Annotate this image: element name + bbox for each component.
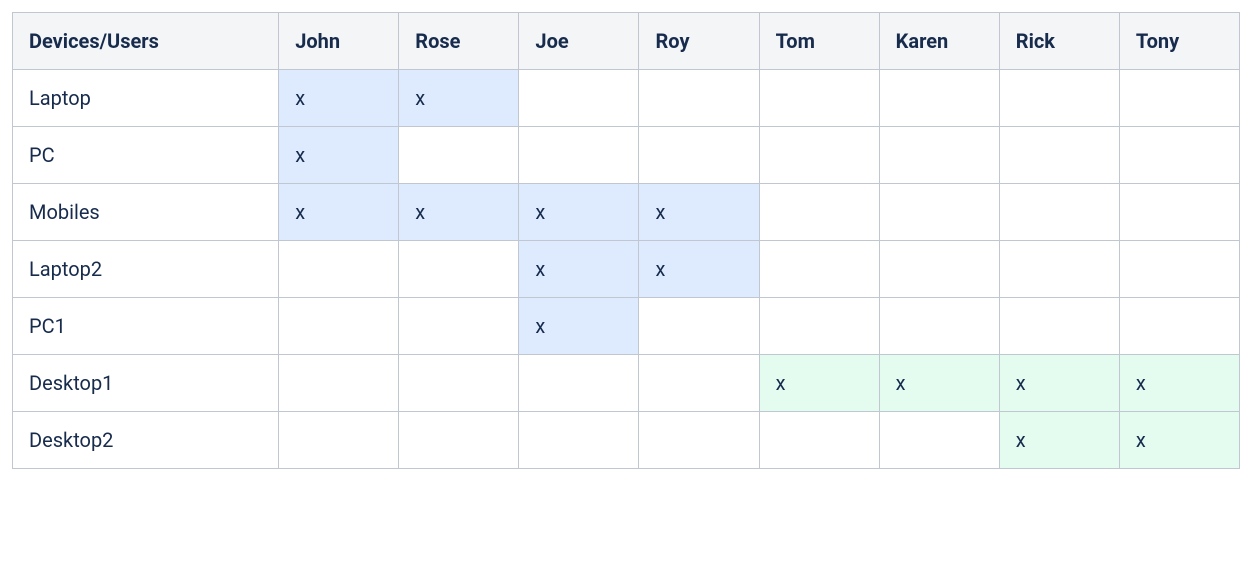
cell: [999, 127, 1119, 184]
cell: x: [399, 70, 519, 127]
cell: [399, 412, 519, 469]
user-header: Rose: [399, 13, 519, 70]
user-header: John: [279, 13, 399, 70]
cell: [639, 412, 759, 469]
cell: [759, 241, 879, 298]
cell: x: [279, 127, 399, 184]
table-row: Laptopxx: [13, 70, 1240, 127]
cell: x: [999, 355, 1119, 412]
cell: [879, 241, 999, 298]
cell: x: [1119, 412, 1239, 469]
cell: [639, 298, 759, 355]
cell: [999, 184, 1119, 241]
cell: [399, 127, 519, 184]
cell: [759, 70, 879, 127]
cell: x: [279, 184, 399, 241]
cell: x: [1119, 355, 1239, 412]
corner-header: Devices/Users: [13, 13, 279, 70]
user-header: Rick: [999, 13, 1119, 70]
cell: [759, 127, 879, 184]
device-label: Laptop2: [13, 241, 279, 298]
cell: [519, 355, 639, 412]
cell: [759, 412, 879, 469]
header-row: Devices/Users John Rose Joe Roy Tom Kare…: [13, 13, 1240, 70]
table-row: Laptop2 xx: [13, 241, 1240, 298]
cell: x: [879, 355, 999, 412]
table-row: Desktop2 xx: [13, 412, 1240, 469]
cell: [999, 298, 1119, 355]
cell: x: [519, 298, 639, 355]
cell: [399, 355, 519, 412]
device-label: PC: [13, 127, 279, 184]
cell: [519, 412, 639, 469]
cell: x: [639, 241, 759, 298]
cell: [999, 241, 1119, 298]
cell: [1119, 298, 1239, 355]
user-header: Joe: [519, 13, 639, 70]
user-header: Roy: [639, 13, 759, 70]
cell: [279, 355, 399, 412]
device-label: Desktop2: [13, 412, 279, 469]
cell: [639, 127, 759, 184]
table-row: Mobilesxxxx: [13, 184, 1240, 241]
table-body: LaptopxxPCxMobilesxxxxLaptop2xxPC1xDeskt…: [13, 70, 1240, 469]
device-label: Mobiles: [13, 184, 279, 241]
cell: [639, 70, 759, 127]
cell: x: [999, 412, 1119, 469]
cell: [279, 298, 399, 355]
cell: [519, 127, 639, 184]
table-row: PCx: [13, 127, 1240, 184]
cell: [999, 70, 1119, 127]
device-label: Desktop1: [13, 355, 279, 412]
cell: [279, 412, 399, 469]
cell: [879, 127, 999, 184]
cell: [639, 355, 759, 412]
cell: [879, 298, 999, 355]
cell: [759, 184, 879, 241]
cell: [1119, 241, 1239, 298]
user-header: Tom: [759, 13, 879, 70]
cell: x: [519, 184, 639, 241]
cell: x: [639, 184, 759, 241]
device-label: PC1: [13, 298, 279, 355]
cell: x: [519, 241, 639, 298]
cell: x: [759, 355, 879, 412]
cell: [279, 241, 399, 298]
cell: x: [399, 184, 519, 241]
cell: [399, 298, 519, 355]
cell: x: [279, 70, 399, 127]
device-label: Laptop: [13, 70, 279, 127]
devices-users-table: Devices/Users John Rose Joe Roy Tom Kare…: [12, 12, 1240, 469]
cell: [879, 412, 999, 469]
table-head: Devices/Users John Rose Joe Roy Tom Kare…: [13, 13, 1240, 70]
user-header: Tony: [1119, 13, 1239, 70]
cell: [1119, 127, 1239, 184]
cell: [879, 184, 999, 241]
user-header: Karen: [879, 13, 999, 70]
cell: [399, 241, 519, 298]
cell: [759, 298, 879, 355]
cell: [879, 70, 999, 127]
cell: [1119, 70, 1239, 127]
table-row: PC1 x: [13, 298, 1240, 355]
cell: [1119, 184, 1239, 241]
cell: [519, 70, 639, 127]
table-row: Desktop1xxxx: [13, 355, 1240, 412]
